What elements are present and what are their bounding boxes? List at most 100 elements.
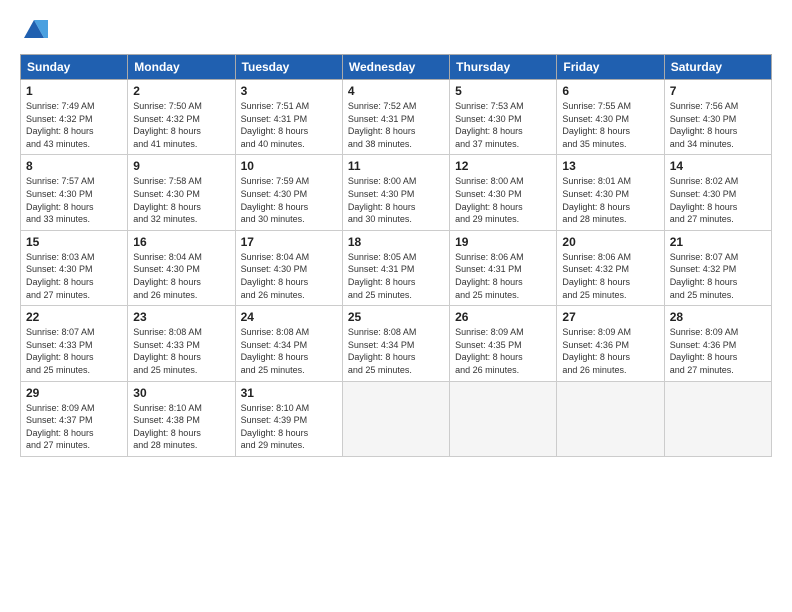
day-info: Sunrise: 8:06 AM Sunset: 4:31 PM Dayligh… xyxy=(455,251,551,301)
day-number: 11 xyxy=(348,159,444,173)
calendar-cell xyxy=(557,381,664,456)
calendar-cell: 23Sunrise: 8:08 AM Sunset: 4:33 PM Dayli… xyxy=(128,306,235,381)
day-number: 2 xyxy=(133,84,229,98)
day-number: 12 xyxy=(455,159,551,173)
day-number: 30 xyxy=(133,386,229,400)
calendar-cell: 15 Sunrise: 8:03 AM Sunset: 4:30 PM Dayli… xyxy=(21,230,128,305)
day-number: 17 xyxy=(241,235,337,249)
calendar-cell: 25 Sunrise: 8:08 AM Sunset: 4:34 PM Dayli… xyxy=(342,306,449,381)
day-info: Sunrise: 7:55 AM Sunset: 4:30 PM Dayligh… xyxy=(562,100,658,150)
day-info: Sunrise: 8:07 AM Sunset: 4:32 PM Dayligh… xyxy=(670,251,766,301)
day-number: 20 xyxy=(562,235,658,249)
day-info: Sunrise: 8:09 AM Sunset: 4:36 PM Dayligh… xyxy=(562,326,658,376)
col-header-wednesday: Wednesday xyxy=(342,55,449,80)
calendar-cell xyxy=(450,381,557,456)
day-info: Sunrise: 8:08 AM Sunset: 4:34 PM Dayligh… xyxy=(241,326,337,376)
day-number: 27 xyxy=(562,310,658,324)
day-number: 9 xyxy=(133,159,229,173)
day-number: 21 xyxy=(670,235,766,249)
day-info: Sunrise: 7:51 AM Sunset: 4:31 PM Dayligh… xyxy=(241,100,337,150)
day-info: Sunrise: 8:04 AM Sunset: 4:30 PM Dayligh… xyxy=(133,251,229,301)
week-row-1: 1 Sunrise: 7:49 AM Sunset: 4:32 PM Daylig… xyxy=(21,80,772,155)
col-header-friday: Friday xyxy=(557,55,664,80)
calendar-cell: 2 Sunrise: 7:50 AM Sunset: 4:32 PM Daylig… xyxy=(128,80,235,155)
day-info: Sunrise: 8:06 AM Sunset: 4:32 PM Dayligh… xyxy=(562,251,658,301)
day-number: 13 xyxy=(562,159,658,173)
day-number: 4 xyxy=(348,84,444,98)
day-number: 31 xyxy=(241,386,337,400)
week-row-2: 8 Sunrise: 7:57 AM Sunset: 4:30 PM Daylig… xyxy=(21,155,772,230)
calendar-cell: 19 Sunrise: 8:06 AM Sunset: 4:31 PM Dayli… xyxy=(450,230,557,305)
calendar-cell: 21 Sunrise: 8:07 AM Sunset: 4:32 PM Dayli… xyxy=(664,230,771,305)
header-row: SundayMondayTuesdayWednesdayThursdayFrid… xyxy=(21,55,772,80)
calendar-cell: 27 Sunrise: 8:09 AM Sunset: 4:36 PM Dayli… xyxy=(557,306,664,381)
logo xyxy=(20,16,52,44)
day-info: Sunrise: 8:00 AM Sunset: 4:30 PM Dayligh… xyxy=(455,175,551,225)
day-number: 16 xyxy=(133,235,229,249)
calendar-cell xyxy=(664,381,771,456)
day-info: Sunrise: 7:50 AM Sunset: 4:32 PM Dayligh… xyxy=(133,100,229,150)
week-row-4: 22Sunrise: 8:07 AM Sunset: 4:33 PM Dayli… xyxy=(21,306,772,381)
day-number: 6 xyxy=(562,84,658,98)
col-header-monday: Monday xyxy=(128,55,235,80)
day-info: Sunrise: 8:05 AM Sunset: 4:31 PM Dayligh… xyxy=(348,251,444,301)
day-number: 19 xyxy=(455,235,551,249)
day-info: Sunrise: 7:56 AM Sunset: 4:30 PM Dayligh… xyxy=(670,100,766,150)
calendar-cell: 28 Sunrise: 8:09 AM Sunset: 4:36 PM Dayli… xyxy=(664,306,771,381)
day-info: Sunrise: 8:10 AM Sunset: 4:39 PM Dayligh… xyxy=(241,402,337,452)
calendar-cell: 14 Sunrise: 8:02 AM Sunset: 4:30 PM Dayli… xyxy=(664,155,771,230)
page: SundayMondayTuesdayWednesdayThursdayFrid… xyxy=(0,0,792,612)
day-info: Sunrise: 8:08 AM Sunset: 4:33 PM Dayligh… xyxy=(133,326,229,376)
calendar-cell: 13 Sunrise: 8:01 AM Sunset: 4:30 PM Dayli… xyxy=(557,155,664,230)
day-number: 8 xyxy=(26,159,122,173)
day-info: Sunrise: 8:03 AM Sunset: 4:30 PM Dayligh… xyxy=(26,251,122,301)
calendar-cell: 1 Sunrise: 7:49 AM Sunset: 4:32 PM Daylig… xyxy=(21,80,128,155)
col-header-saturday: Saturday xyxy=(664,55,771,80)
calendar-cell: 30 Sunrise: 8:10 AM Sunset: 4:38 PM Dayli… xyxy=(128,381,235,456)
day-info: Sunrise: 7:57 AM Sunset: 4:30 PM Dayligh… xyxy=(26,175,122,225)
header xyxy=(20,16,772,44)
calendar-cell: 31 Sunrise: 8:10 AM Sunset: 4:39 PM Dayli… xyxy=(235,381,342,456)
week-row-5: 29 Sunrise: 8:09 AM Sunset: 4:37 PM Dayli… xyxy=(21,381,772,456)
col-header-sunday: Sunday xyxy=(21,55,128,80)
calendar-cell: 17Sunrise: 8:04 AM Sunset: 4:30 PM Dayli… xyxy=(235,230,342,305)
day-number: 25 xyxy=(348,310,444,324)
day-info: Sunrise: 7:53 AM Sunset: 4:30 PM Dayligh… xyxy=(455,100,551,150)
calendar-cell: 11 Sunrise: 8:00 AM Sunset: 4:30 PM Dayli… xyxy=(342,155,449,230)
day-number: 5 xyxy=(455,84,551,98)
day-number: 1 xyxy=(26,84,122,98)
day-number: 24 xyxy=(241,310,337,324)
day-info: Sunrise: 8:07 AM Sunset: 4:33 PM Dayligh… xyxy=(26,326,122,376)
day-number: 10 xyxy=(241,159,337,173)
calendar-cell: 5 Sunrise: 7:53 AM Sunset: 4:30 PM Daylig… xyxy=(450,80,557,155)
day-info: Sunrise: 7:49 AM Sunset: 4:32 PM Dayligh… xyxy=(26,100,122,150)
calendar-cell: 8 Sunrise: 7:57 AM Sunset: 4:30 PM Daylig… xyxy=(21,155,128,230)
calendar-cell: 4Sunrise: 7:52 AM Sunset: 4:31 PM Daylig… xyxy=(342,80,449,155)
day-info: Sunrise: 8:09 AM Sunset: 4:37 PM Dayligh… xyxy=(26,402,122,452)
day-info: Sunrise: 7:58 AM Sunset: 4:30 PM Dayligh… xyxy=(133,175,229,225)
calendar-cell: 22Sunrise: 8:07 AM Sunset: 4:33 PM Dayli… xyxy=(21,306,128,381)
day-info: Sunrise: 8:08 AM Sunset: 4:34 PM Dayligh… xyxy=(348,326,444,376)
day-info: Sunrise: 8:01 AM Sunset: 4:30 PM Dayligh… xyxy=(562,175,658,225)
day-number: 26 xyxy=(455,310,551,324)
day-info: Sunrise: 8:02 AM Sunset: 4:30 PM Dayligh… xyxy=(670,175,766,225)
calendar-cell: 20 Sunrise: 8:06 AM Sunset: 4:32 PM Dayli… xyxy=(557,230,664,305)
calendar-cell: 24 Sunrise: 8:08 AM Sunset: 4:34 PM Dayli… xyxy=(235,306,342,381)
calendar-cell: 9 Sunrise: 7:58 AM Sunset: 4:30 PM Daylig… xyxy=(128,155,235,230)
day-number: 28 xyxy=(670,310,766,324)
day-number: 14 xyxy=(670,159,766,173)
day-info: Sunrise: 8:00 AM Sunset: 4:30 PM Dayligh… xyxy=(348,175,444,225)
day-info: Sunrise: 8:09 AM Sunset: 4:36 PM Dayligh… xyxy=(670,326,766,376)
week-row-3: 15 Sunrise: 8:03 AM Sunset: 4:30 PM Dayli… xyxy=(21,230,772,305)
day-number: 3 xyxy=(241,84,337,98)
calendar-cell: 26 Sunrise: 8:09 AM Sunset: 4:35 PM Dayli… xyxy=(450,306,557,381)
day-number: 15 xyxy=(26,235,122,249)
calendar-cell: 18Sunrise: 8:05 AM Sunset: 4:31 PM Dayli… xyxy=(342,230,449,305)
calendar-cell: 16 Sunrise: 8:04 AM Sunset: 4:30 PM Dayli… xyxy=(128,230,235,305)
calendar-cell: 7Sunrise: 7:56 AM Sunset: 4:30 PM Daylig… xyxy=(664,80,771,155)
day-number: 29 xyxy=(26,386,122,400)
day-info: Sunrise: 8:10 AM Sunset: 4:38 PM Dayligh… xyxy=(133,402,229,452)
calendar-cell: 29 Sunrise: 8:09 AM Sunset: 4:37 PM Dayli… xyxy=(21,381,128,456)
day-info: Sunrise: 8:09 AM Sunset: 4:35 PM Dayligh… xyxy=(455,326,551,376)
calendar-cell: 10Sunrise: 7:59 AM Sunset: 4:30 PM Dayli… xyxy=(235,155,342,230)
